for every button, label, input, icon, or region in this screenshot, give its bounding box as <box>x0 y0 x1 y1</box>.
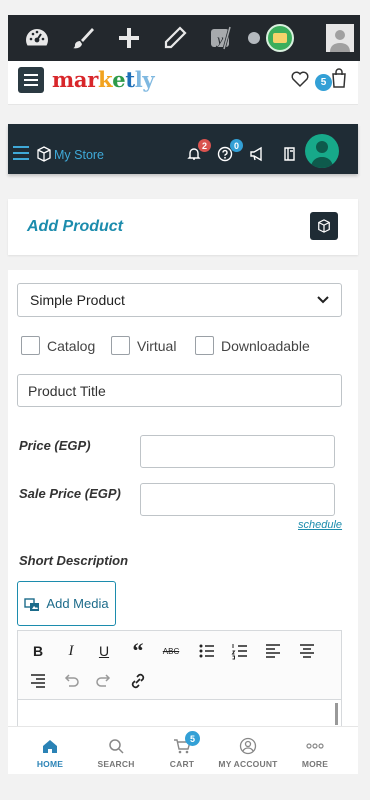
pencil-icon[interactable] <box>152 15 198 61</box>
bullet-list-icon[interactable] <box>197 641 217 661</box>
nav-label: CART <box>169 759 195 769</box>
nav-label: SEARCH <box>97 759 135 769</box>
notification-badge: 2 <box>198 139 211 152</box>
product-type-select[interactable]: Simple Product <box>17 283 342 317</box>
user-avatar-icon[interactable] <box>326 24 354 52</box>
product-form: Simple Product Catalog Virtual Downloada… <box>8 270 358 730</box>
add-media-label: Add Media <box>46 596 109 611</box>
plus-icon[interactable] <box>106 15 152 61</box>
store-dashboard-bar: My Store 2 0 <box>8 124 358 174</box>
nav-cart[interactable]: CART 5 <box>147 727 217 775</box>
menu-button[interactable] <box>18 67 44 93</box>
megaphone-icon[interactable] <box>249 146 265 162</box>
logo-part: ly <box>134 67 155 92</box>
search-icon <box>109 739 124 754</box>
sale-price-input[interactable] <box>140 483 335 516</box>
numbered-list-icon[interactable] <box>230 641 250 661</box>
italic-icon[interactable]: I <box>61 641 81 661</box>
nav-my-account[interactable]: MY ACCOUNT <box>213 727 283 775</box>
chevron-down-icon <box>317 296 329 304</box>
checkbox-label: Downloadable <box>221 337 310 354</box>
site-avatar-icon[interactable] <box>266 24 294 52</box>
sale-price-label: Sale Price (EGP) <box>19 486 121 501</box>
checkbox-label: Catalog <box>47 337 96 354</box>
cart-count-badge: 5 <box>185 731 200 746</box>
heart-icon[interactable] <box>290 69 310 89</box>
bottom-nav: HOME SEARCH CART 5 MY ACCOUNT MORE <box>8 726 358 774</box>
link-icon[interactable] <box>128 671 148 691</box>
brush-icon[interactable] <box>60 15 106 61</box>
account-icon <box>239 737 257 755</box>
products-button[interactable] <box>310 212 338 240</box>
nav-search[interactable]: SEARCH <box>81 727 151 775</box>
align-center-icon[interactable] <box>297 641 317 661</box>
nav-more[interactable]: MORE <box>280 727 350 775</box>
help-badge: 0 <box>230 139 243 152</box>
store-menu-icon[interactable] <box>13 146 29 160</box>
blockquote-icon[interactable]: “ <box>128 638 148 663</box>
logo-part: t <box>125 67 135 92</box>
yoast-letter: y <box>215 33 224 48</box>
checkbox-label: Virtual <box>137 337 177 354</box>
page-title: Add Product <box>27 218 123 235</box>
checkbox-box[interactable] <box>195 336 214 355</box>
book-icon[interactable] <box>282 146 298 162</box>
price-label: Price (EGP) <box>19 438 91 453</box>
short-description-label: Short Description <box>19 553 129 568</box>
home-icon <box>43 740 57 753</box>
align-right-icon[interactable] <box>28 671 48 691</box>
redo-icon[interactable] <box>94 671 114 691</box>
store-user-avatar[interactable] <box>305 134 339 168</box>
add-media-button[interactable]: Add Media <box>17 581 116 626</box>
logo-part: e <box>112 67 126 92</box>
editor-toolbar: B I U “ ABC <box>17 630 342 700</box>
align-left-icon[interactable] <box>263 641 283 661</box>
logo-part: mar <box>52 67 98 92</box>
cart-count-badge: 5 <box>315 74 332 91</box>
media-icon <box>24 597 40 611</box>
admin-bar: y <box>8 15 360 61</box>
catalog-checkbox[interactable]: Catalog <box>21 336 95 355</box>
schedule-link[interactable]: schedule <box>298 519 342 531</box>
nav-label: HOME <box>36 759 64 769</box>
more-icon <box>306 743 324 749</box>
checkbox-box[interactable] <box>111 336 130 355</box>
product-type-value: Simple Product <box>30 292 125 308</box>
downloadable-checkbox[interactable]: Downloadable <box>195 336 310 355</box>
checkbox-box[interactable] <box>21 336 40 355</box>
underline-icon[interactable]: U <box>94 641 114 661</box>
bold-icon[interactable]: B <box>28 641 48 661</box>
logo-part: k <box>98 67 113 92</box>
cube-icon <box>37 146 51 162</box>
product-title-input[interactable]: Product Title <box>17 374 342 407</box>
undo-icon[interactable] <box>61 671 81 691</box>
editor-scrollbar[interactable] <box>335 703 338 725</box>
yoast-icon[interactable]: y <box>198 15 244 61</box>
cube-icon <box>318 219 330 233</box>
virtual-checkbox[interactable]: Virtual <box>111 336 176 355</box>
dashboard-icon[interactable] <box>14 15 60 61</box>
strikethrough-icon[interactable]: ABC <box>161 641 181 661</box>
my-store-link[interactable]: My Store <box>54 148 104 162</box>
page-header: Add Product <box>8 199 358 255</box>
site-logo[interactable]: marketly <box>52 67 155 92</box>
nav-label: MORE <box>301 759 329 769</box>
status-dot-icon <box>248 32 260 44</box>
nav-home[interactable]: HOME <box>15 727 85 775</box>
price-input[interactable] <box>140 435 335 468</box>
nav-label: MY ACCOUNT <box>218 759 278 769</box>
site-header: marketly 5 <box>8 61 358 105</box>
